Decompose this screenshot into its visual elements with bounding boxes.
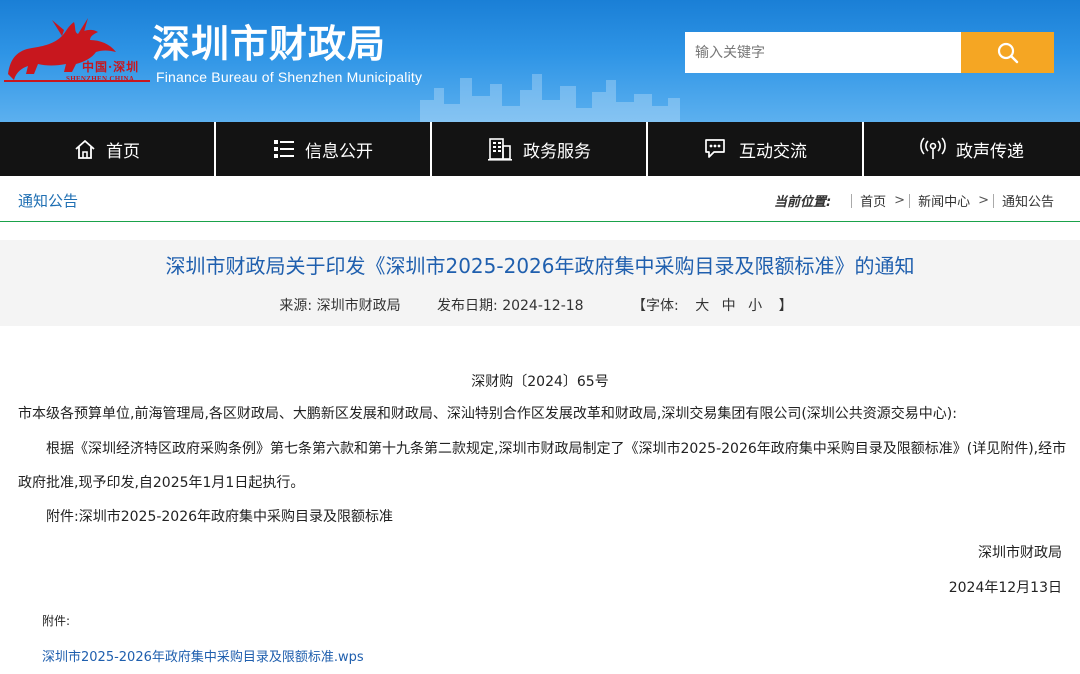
signature-org: 深圳市财政局: [978, 545, 1062, 561]
attachment-line: 附件:深圳市2025-2026年政府集中采购目录及限额标准: [46, 509, 394, 525]
font-size-small-button[interactable]: 小: [748, 298, 762, 314]
signature-date: 2024年12月13日: [948, 580, 1062, 596]
home-icon: [75, 140, 95, 159]
search-input[interactable]: [685, 32, 961, 73]
building-icon: [488, 138, 512, 161]
divider: [909, 193, 911, 208]
breadcrumb: 当前位置: 首页 > 新闻中心 > 通知公告: [774, 191, 1054, 210]
font-size-close: 】: [778, 298, 793, 314]
nav-item-gov-services[interactable]: 政务服务: [432, 122, 648, 176]
current-location-label: 当前位置:: [773, 195, 832, 210]
breadcrumb-bar: 通知公告 当前位置: 首页 > 新闻中心 > 通知公告: [0, 176, 1080, 222]
nav-label: 首页: [106, 141, 140, 162]
nav-label: 信息公开: [305, 141, 373, 162]
broadcast-icon: [920, 137, 946, 159]
body-paragraph: 根据《深圳经济特区政府采购条例》第七条第六款和第十九条第二款规定,深圳市财政局制…: [18, 441, 1067, 491]
main-nav: 首页 信息公开 政务服务 互动交流 政声传递: [0, 122, 1080, 176]
logo-english-text: SHENZHEN CHINA: [66, 75, 135, 83]
nav-item-home[interactable]: 首页: [0, 122, 216, 176]
search-icon: [997, 42, 1018, 63]
nav-item-gov-voice[interactable]: 政声传递: [864, 122, 1080, 176]
nav-label: 政务服务: [523, 141, 591, 162]
list-icon: [274, 140, 294, 158]
font-size-open: 【字体:: [632, 298, 679, 314]
section-title: 通知公告: [18, 192, 79, 210]
article-header: 深圳市财政局关于印发《深圳市2025-2026年政府集中采购目录及限额标准》的通…: [0, 240, 1080, 326]
font-size-controls: 【字体: 大 中 小 】: [624, 298, 801, 314]
article-date: 发布日期: 2024-12-18: [437, 298, 584, 314]
nav-item-interaction[interactable]: 互动交流: [648, 122, 864, 176]
site-title[interactable]: 深圳市财政局: [152, 22, 386, 66]
site-subtitle: Finance Bureau of Shenzhen Municipality: [156, 69, 423, 85]
breadcrumb-separator: >: [894, 193, 906, 208]
article-meta: 来源: 深圳市财政局 发布日期: 2024-12-18 【字体: 大 中 小 】: [0, 295, 1080, 315]
divider: [992, 193, 994, 208]
breadcrumb-separator: >: [978, 193, 989, 208]
attachments-label: 附件:: [42, 614, 71, 628]
logo-chinese-text: 中国·深圳: [82, 60, 140, 74]
document-number: 深财购〔2024〕65号: [471, 374, 609, 390]
nav-label: 互动交流: [739, 141, 807, 162]
chat-icon: [705, 139, 725, 158]
nav-label: 政声传递: [956, 141, 1024, 162]
site-header: 中国·深圳 SHENZHEN CHINA 深圳市财政局 Finance Bure…: [0, 0, 1080, 122]
salutation-paragraph: 市本级各预算单位,前海管理局,各区财政局、大鹏新区发展和财政局、深汕特别合作区发…: [18, 406, 957, 422]
divider: [851, 193, 853, 208]
attachment-download-link[interactable]: 深圳市2025-2026年政府集中采购目录及限额标准.wps: [42, 646, 364, 665]
article-source: 来源: 深圳市财政局: [279, 298, 401, 314]
breadcrumb-notice-link[interactable]: 通知公告: [1002, 191, 1054, 210]
font-size-large-button[interactable]: 大: [695, 298, 709, 314]
nav-item-info-disclosure[interactable]: 信息公开: [216, 122, 432, 176]
city-skyline-decoration: [420, 74, 680, 122]
search-button[interactable]: [961, 32, 1054, 73]
breadcrumb-news-link[interactable]: 新闻中心: [918, 191, 970, 210]
breadcrumb-home-link[interactable]: 首页: [860, 191, 886, 210]
article-title: 深圳市财政局关于印发《深圳市2025-2026年政府集中采购目录及限额标准》的通…: [165, 254, 915, 278]
font-size-medium-button[interactable]: 中: [722, 298, 736, 314]
